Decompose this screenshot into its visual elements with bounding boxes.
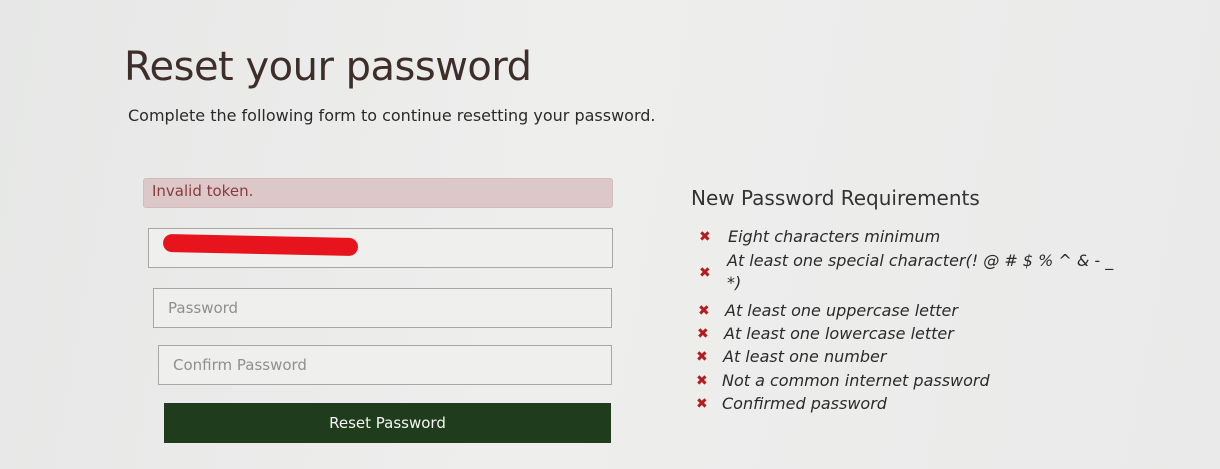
- reset-password-button[interactable]: Reset Password: [164, 403, 611, 443]
- x-mark-icon: ✖: [696, 349, 708, 365]
- requirement-item: At least one special character(! @ # $ %…: [727, 251, 1114, 270]
- x-mark-icon: ✖: [696, 373, 708, 389]
- requirement-item: Confirmed password: [722, 394, 887, 413]
- x-mark-icon: ✖: [697, 326, 709, 342]
- confirm-password-field[interactable]: [158, 345, 612, 385]
- requirements-title: New Password Requirements: [691, 186, 980, 210]
- requirement-item-continuation: *): [727, 273, 742, 292]
- page-title: Reset your password: [124, 44, 532, 90]
- x-mark-icon: ✖: [698, 303, 710, 319]
- error-alert: Invalid token.: [143, 178, 613, 208]
- requirement-item: Not a common internet password: [722, 371, 990, 390]
- requirement-item: At least one uppercase letter: [725, 301, 958, 320]
- x-mark-icon: ✖: [696, 396, 708, 412]
- page-subtitle: Complete the following form to continue …: [128, 106, 656, 125]
- requirement-item: Eight characters minimum: [728, 227, 941, 246]
- requirement-item: At least one number: [723, 347, 887, 366]
- password-field[interactable]: [153, 288, 612, 328]
- x-mark-icon: ✖: [699, 265, 711, 281]
- x-mark-icon: ✖: [699, 229, 711, 245]
- requirement-item: At least one lowercase letter: [724, 324, 954, 343]
